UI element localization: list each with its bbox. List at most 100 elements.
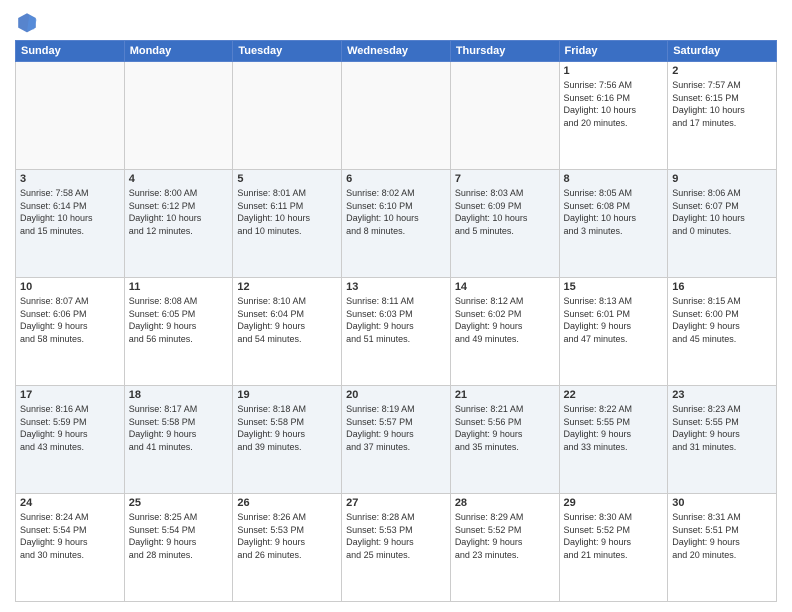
day-info: Sunrise: 8:30 AM Sunset: 5:52 PM Dayligh…: [564, 511, 664, 561]
day-info: Sunrise: 8:21 AM Sunset: 5:56 PM Dayligh…: [455, 403, 555, 453]
calendar-cell: 18 Sunrise: 8:17 AM Sunset: 5:58 PM Dayli…: [124, 386, 233, 494]
day-info: Sunrise: 8:17 AM Sunset: 5:58 PM Dayligh…: [129, 403, 229, 453]
calendar-cell: [16, 62, 125, 170]
calendar-cell: 19 Sunrise: 8:18 AM Sunset: 5:58 PM Dayli…: [233, 386, 342, 494]
day-info: Sunrise: 8:01 AM Sunset: 6:11 PM Dayligh…: [237, 187, 337, 237]
day-number: 20: [346, 389, 446, 401]
calendar-cell: 27 Sunrise: 8:28 AM Sunset: 5:53 PM Dayli…: [342, 494, 451, 602]
calendar-cell: 2 Sunrise: 7:57 AM Sunset: 6:15 PM Daylig…: [668, 62, 777, 170]
day-info: Sunrise: 8:31 AM Sunset: 5:51 PM Dayligh…: [672, 511, 772, 561]
day-number: 16: [672, 281, 772, 293]
day-number: 6: [346, 173, 446, 185]
calendar-week-2: 3 Sunrise: 7:58 AM Sunset: 6:14 PM Daylig…: [16, 170, 777, 278]
day-info: Sunrise: 8:24 AM Sunset: 5:54 PM Dayligh…: [20, 511, 120, 561]
weekday-header-tuesday: Tuesday: [233, 41, 342, 62]
day-info: Sunrise: 8:05 AM Sunset: 6:08 PM Dayligh…: [564, 187, 664, 237]
calendar-cell: [124, 62, 233, 170]
calendar-cell: 10 Sunrise: 8:07 AM Sunset: 6:06 PM Dayli…: [16, 278, 125, 386]
calendar-cell: 26 Sunrise: 8:26 AM Sunset: 5:53 PM Dayli…: [233, 494, 342, 602]
calendar-cell: 5 Sunrise: 8:01 AM Sunset: 6:11 PM Daylig…: [233, 170, 342, 278]
calendar-cell: 8 Sunrise: 8:05 AM Sunset: 6:08 PM Daylig…: [559, 170, 668, 278]
calendar-cell: 22Sunrise: 8:22 AM Sunset: 5:55 PM Dayli…: [559, 386, 668, 494]
calendar-week-4: 17Sunrise: 8:16 AM Sunset: 5:59 PM Dayli…: [16, 386, 777, 494]
day-info: Sunrise: 8:28 AM Sunset: 5:53 PM Dayligh…: [346, 511, 446, 561]
day-info: Sunrise: 8:13 AM Sunset: 6:01 PM Dayligh…: [564, 295, 664, 345]
day-number: 9: [672, 173, 772, 185]
calendar-cell: 3 Sunrise: 7:58 AM Sunset: 6:14 PM Daylig…: [16, 170, 125, 278]
day-info: Sunrise: 8:22 AM Sunset: 5:55 PM Dayligh…: [564, 403, 664, 453]
day-info: Sunrise: 8:18 AM Sunset: 5:58 PM Dayligh…: [237, 403, 337, 453]
day-number: 24: [20, 497, 120, 509]
day-info: Sunrise: 8:25 AM Sunset: 5:54 PM Dayligh…: [129, 511, 229, 561]
day-number: 5: [237, 173, 337, 185]
calendar-cell: 20 Sunrise: 8:19 AM Sunset: 5:57 PM Dayli…: [342, 386, 451, 494]
day-number: 14: [455, 281, 555, 293]
day-number: 8: [564, 173, 664, 185]
day-info: Sunrise: 8:19 AM Sunset: 5:57 PM Dayligh…: [346, 403, 446, 453]
day-number: 19: [237, 389, 337, 401]
calendar-cell: 1 Sunrise: 7:56 AM Sunset: 6:16 PM Daylig…: [559, 62, 668, 170]
day-info: Sunrise: 8:00 AM Sunset: 6:12 PM Dayligh…: [129, 187, 229, 237]
day-number: 29: [564, 497, 664, 509]
day-number: 3: [20, 173, 120, 185]
day-number: 10: [20, 281, 120, 293]
day-info: Sunrise: 8:23 AM Sunset: 5:55 PM Dayligh…: [672, 403, 772, 453]
day-number: 1: [564, 65, 664, 77]
calendar-cell: [233, 62, 342, 170]
day-number: 25: [129, 497, 229, 509]
day-number: 7: [455, 173, 555, 185]
day-info: Sunrise: 8:12 AM Sunset: 6:02 PM Dayligh…: [455, 295, 555, 345]
day-info: Sunrise: 8:29 AM Sunset: 5:52 PM Dayligh…: [455, 511, 555, 561]
calendar-cell: 25 Sunrise: 8:25 AM Sunset: 5:54 PM Dayli…: [124, 494, 233, 602]
weekday-header-saturday: Saturday: [668, 41, 777, 62]
weekday-header-thursday: Thursday: [450, 41, 559, 62]
calendar-cell: 30 Sunrise: 8:31 AM Sunset: 5:51 PM Dayli…: [668, 494, 777, 602]
calendar-cell: 6 Sunrise: 8:02 AM Sunset: 6:10 PM Daylig…: [342, 170, 451, 278]
calendar: SundayMondayTuesdayWednesdayThursdayFrid…: [15, 40, 777, 602]
calendar-cell: 23 Sunrise: 8:23 AM Sunset: 5:55 PM Dayli…: [668, 386, 777, 494]
day-info: Sunrise: 8:26 AM Sunset: 5:53 PM Dayligh…: [237, 511, 337, 561]
day-info: Sunrise: 8:06 AM Sunset: 6:07 PM Dayligh…: [672, 187, 772, 237]
weekday-header-sunday: Sunday: [16, 41, 125, 62]
calendar-week-1: 1 Sunrise: 7:56 AM Sunset: 6:16 PM Daylig…: [16, 62, 777, 170]
day-number: 30: [672, 497, 772, 509]
day-info: Sunrise: 8:11 AM Sunset: 6:03 PM Dayligh…: [346, 295, 446, 345]
day-number: 21: [455, 389, 555, 401]
day-info: Sunrise: 8:16 AM Sunset: 5:59 PM Dayligh…: [20, 403, 120, 453]
day-number: 12: [237, 281, 337, 293]
logo: [15, 10, 43, 34]
calendar-cell: 14 Sunrise: 8:12 AM Sunset: 6:02 PM Dayli…: [450, 278, 559, 386]
calendar-week-5: 24 Sunrise: 8:24 AM Sunset: 5:54 PM Dayli…: [16, 494, 777, 602]
calendar-cell: 12 Sunrise: 8:10 AM Sunset: 6:04 PM Dayli…: [233, 278, 342, 386]
calendar-cell: 17Sunrise: 8:16 AM Sunset: 5:59 PM Dayli…: [16, 386, 125, 494]
day-number: 28: [455, 497, 555, 509]
calendar-cell: 28 Sunrise: 8:29 AM Sunset: 5:52 PM Dayli…: [450, 494, 559, 602]
day-info: Sunrise: 8:03 AM Sunset: 6:09 PM Dayligh…: [455, 187, 555, 237]
day-number: 18: [129, 389, 229, 401]
calendar-cell: 21 Sunrise: 8:21 AM Sunset: 5:56 PM Dayli…: [450, 386, 559, 494]
calendar-cell: 9 Sunrise: 8:06 AM Sunset: 6:07 PM Daylig…: [668, 170, 777, 278]
day-info: Sunrise: 8:15 AM Sunset: 6:00 PM Dayligh…: [672, 295, 772, 345]
day-number: 26: [237, 497, 337, 509]
day-info: Sunrise: 7:58 AM Sunset: 6:14 PM Dayligh…: [20, 187, 120, 237]
calendar-cell: 24 Sunrise: 8:24 AM Sunset: 5:54 PM Dayli…: [16, 494, 125, 602]
day-number: 2: [672, 65, 772, 77]
day-number: 13: [346, 281, 446, 293]
calendar-cell: 11Sunrise: 8:08 AM Sunset: 6:05 PM Dayli…: [124, 278, 233, 386]
calendar-week-3: 10 Sunrise: 8:07 AM Sunset: 6:06 PM Dayli…: [16, 278, 777, 386]
day-info: Sunrise: 7:56 AM Sunset: 6:16 PM Dayligh…: [564, 79, 664, 129]
header: [15, 10, 777, 34]
weekday-header-friday: Friday: [559, 41, 668, 62]
general-blue-icon: [15, 10, 39, 34]
day-info: Sunrise: 8:10 AM Sunset: 6:04 PM Dayligh…: [237, 295, 337, 345]
day-info: Sunrise: 8:02 AM Sunset: 6:10 PM Dayligh…: [346, 187, 446, 237]
day-info: Sunrise: 8:07 AM Sunset: 6:06 PM Dayligh…: [20, 295, 120, 345]
day-number: 4: [129, 173, 229, 185]
day-number: 23: [672, 389, 772, 401]
calendar-cell: [342, 62, 451, 170]
calendar-cell: 15Sunrise: 8:13 AM Sunset: 6:01 PM Dayli…: [559, 278, 668, 386]
day-number: 27: [346, 497, 446, 509]
day-info: Sunrise: 7:57 AM Sunset: 6:15 PM Dayligh…: [672, 79, 772, 129]
weekday-header-wednesday: Wednesday: [342, 41, 451, 62]
calendar-cell: [450, 62, 559, 170]
